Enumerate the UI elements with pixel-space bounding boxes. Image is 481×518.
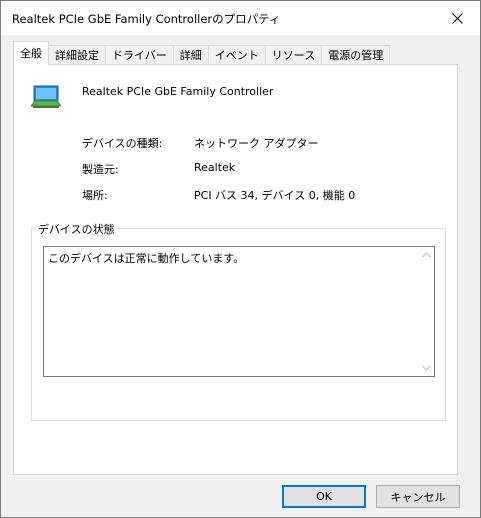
scroll-up-button[interactable] xyxy=(420,249,432,261)
tab-advanced[interactable]: 詳細設定 xyxy=(48,45,106,65)
ok-button[interactable]: OK xyxy=(282,485,366,508)
tab-events[interactable]: イベント xyxy=(207,45,266,65)
dialog-client: 全般 詳細設定 ドライバー 詳細 イベント リソース 電源の管理 Realtek… xyxy=(1,35,480,517)
device-type-label: デバイスの種類: xyxy=(82,137,163,150)
manufacturer-label: 製造元: xyxy=(82,163,119,176)
device-status-textbox[interactable]: このデバイスは正常に動作しています。 xyxy=(43,246,435,377)
device-type-value: ネットワーク アダプター xyxy=(194,137,319,150)
location-label: 場所: xyxy=(82,189,108,202)
status-scrollbar[interactable] xyxy=(418,247,434,376)
chevron-down-icon xyxy=(421,365,431,371)
tab-resources[interactable]: リソース xyxy=(264,45,323,65)
device-name: Realtek PCIe GbE Family Controller xyxy=(82,85,274,98)
window-title: Realtek PCIe GbE Family Controllerのプロパティ xyxy=(12,12,281,26)
tab-general[interactable]: 全般 xyxy=(13,41,49,65)
properties-dialog: Realtek PCIe GbE Family Controllerのプロパティ… xyxy=(0,0,481,518)
device-status-heading: デバイスの状態 xyxy=(35,221,118,237)
manufacturer-value: Realtek xyxy=(194,161,236,174)
close-button[interactable] xyxy=(434,1,480,35)
tab-strip: 全般 詳細設定 ドライバー 詳細 イベント リソース 電源の管理 xyxy=(13,41,391,65)
chevron-up-icon xyxy=(421,252,431,258)
cancel-button[interactable]: キャンセル xyxy=(376,485,460,508)
network-adapter-icon xyxy=(31,85,61,108)
location-value: PCI バス 34, デバイス 0, 機能 0 xyxy=(194,189,356,202)
tab-power-management[interactable]: 電源の管理 xyxy=(321,45,391,65)
tab-driver[interactable]: ドライバー xyxy=(105,45,174,65)
general-tab-panel: Realtek PCIe GbE Family Controller デバイスの… xyxy=(13,64,458,475)
scroll-down-button[interactable] xyxy=(420,362,432,374)
device-status-text: このデバイスは正常に動作しています。 xyxy=(48,252,245,265)
close-icon xyxy=(451,12,463,24)
tab-details[interactable]: 詳細 xyxy=(172,45,209,65)
title-bar: Realtek PCIe GbE Family Controllerのプロパティ xyxy=(1,1,480,35)
